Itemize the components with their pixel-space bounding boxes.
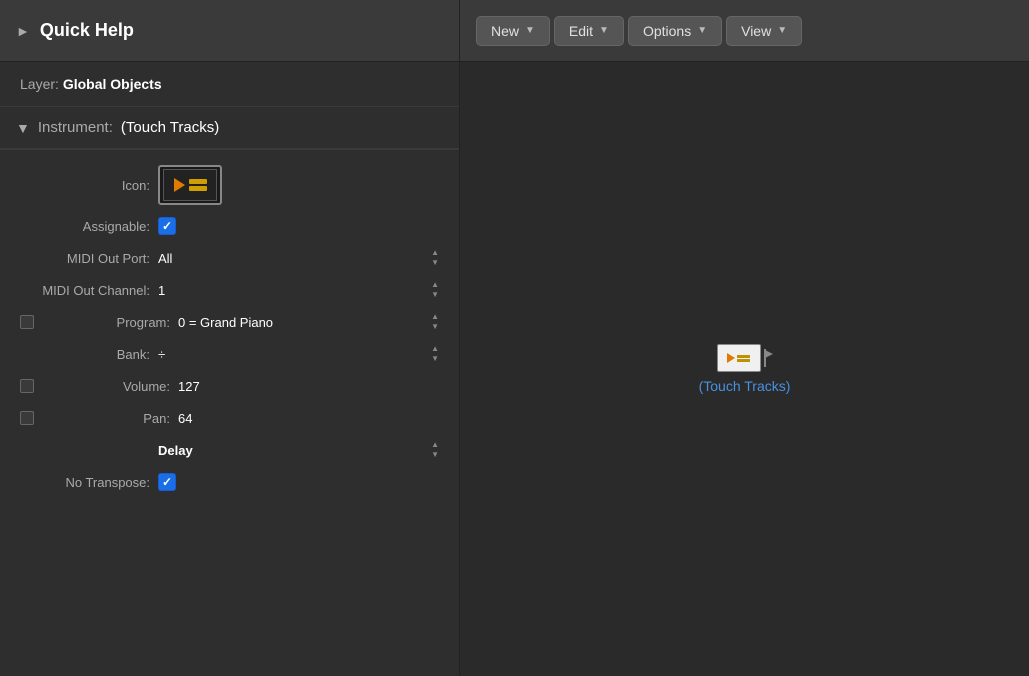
program-prop-row: Program: 0 = Grand Piano ▲ ▼ [0,306,459,338]
pan-value: 64 [178,411,439,426]
new-menu-button[interactable]: New ▼ [476,16,550,46]
program-enable-checkbox[interactable] [20,315,34,329]
new-chevron-icon: ▼ [525,25,535,36]
bank-spinner-up[interactable]: ▲ [431,344,439,354]
assignable-label: Assignable: [20,219,150,234]
instrument-row: ▼ Instrument: (Touch Tracks) [0,107,459,149]
canvas-flag-icon [763,349,773,367]
bank-value: ÷ [158,347,423,362]
instrument-collapse-icon[interactable]: ▼ [16,120,30,136]
layer-value: Global Objects [63,76,162,92]
menu-bar: New ▼ Edit ▼ Options ▼ View ▼ [460,0,1029,61]
midi-channel-spinner[interactable]: ▲ ▼ [431,280,439,299]
layer-row: Layer: Global Objects [0,62,459,107]
icon-preview [163,169,217,201]
midi-channel-spinner-up[interactable]: ▲ [431,280,439,290]
canvas-area: (Touch Tracks) [460,62,1029,676]
view-chevron-icon: ▼ [777,25,787,36]
options-menu-button[interactable]: Options ▼ [628,16,722,46]
options-chevron-icon: ▼ [697,25,707,36]
midi-channel-label: MIDI Out Channel: [20,283,150,298]
canvas-icon-rects [737,355,750,362]
delay-spinner-down[interactable]: ▼ [431,450,439,460]
icon-rect-group [189,179,207,191]
program-spinner-down[interactable]: ▼ [431,322,439,332]
quick-help-title: Quick Help [40,20,134,41]
bank-spinner[interactable]: ▲ ▼ [431,344,439,363]
canvas-icon-rect-bottom [737,359,750,362]
bank-label: Bank: [20,347,150,362]
canvas-widget-label: (Touch Tracks) [699,378,791,394]
canvas-icon-box [717,344,761,372]
icon-rect-bottom [189,186,207,191]
no-transpose-label: No Transpose: [20,475,150,490]
volume-prop-row: Volume: 127 [0,370,459,402]
assignable-prop-row: Assignable: [0,210,459,242]
icon-label: Icon: [20,178,150,193]
delay-spinner-up[interactable]: ▲ [431,440,439,450]
properties-panel: Layer: Global Objects ▼ Instrument: (Tou… [0,62,460,676]
view-menu-button[interactable]: View ▼ [726,16,802,46]
program-value: 0 = Grand Piano [178,315,423,330]
volume-label: Volume: [40,379,170,394]
assignable-checkbox[interactable] [158,217,176,235]
instrument-properties: Icon: Assignable: MIDI [0,150,459,508]
edit-chevron-icon: ▼ [599,25,609,36]
midi-channel-value: 1 [158,283,423,298]
icon-play-triangle [174,178,185,192]
touch-tracks-widget[interactable]: (Touch Tracks) [699,344,791,394]
edit-menu-button[interactable]: Edit ▼ [554,16,624,46]
icon-rect-top [189,179,207,184]
no-transpose-checkbox[interactable] [158,473,176,491]
icon-prop-row: Icon: [0,160,459,210]
midi-channel-spinner-down[interactable]: ▼ [431,290,439,300]
program-label: Program: [40,315,170,330]
volume-enable-checkbox[interactable] [20,379,34,393]
delay-label: Delay [158,443,423,458]
midi-port-spinner-up[interactable]: ▲ [431,248,439,258]
midi-port-spinner[interactable]: ▲ ▼ [431,248,439,267]
midi-channel-prop-row: MIDI Out Channel: 1 ▲ ▼ [0,274,459,306]
midi-port-spinner-down[interactable]: ▼ [431,258,439,268]
volume-value: 127 [178,379,439,394]
canvas-icon-rect-top [737,355,750,358]
icon-picker[interactable] [158,165,222,205]
program-spinner[interactable]: ▲ ▼ [431,312,439,331]
canvas-icon-row [717,344,773,372]
delay-prop-row: Delay ▲ ▼ [0,434,459,466]
pan-prop-row: Pan: 64 [0,402,459,434]
delay-spinner[interactable]: ▲ ▼ [431,440,439,459]
no-transpose-prop-row: No Transpose: [0,466,459,498]
quick-help-chevron-icon[interactable]: ► [16,23,30,39]
midi-port-value: All [158,251,423,266]
instrument-value: (Touch Tracks) [121,119,219,136]
quick-help-header: ► Quick Help [0,0,460,61]
midi-port-prop-row: MIDI Out Port: All ▲ ▼ [0,242,459,274]
bank-prop-row: Bank: ÷ ▲ ▼ [0,338,459,370]
pan-label: Pan: [40,411,170,426]
midi-port-label: MIDI Out Port: [20,251,150,266]
canvas-icon-play [727,353,735,363]
bank-spinner-down[interactable]: ▼ [431,354,439,364]
instrument-label: Instrument: [38,119,113,136]
layer-label: Layer: [20,76,59,92]
program-spinner-up[interactable]: ▲ [431,312,439,322]
pan-enable-checkbox[interactable] [20,411,34,425]
